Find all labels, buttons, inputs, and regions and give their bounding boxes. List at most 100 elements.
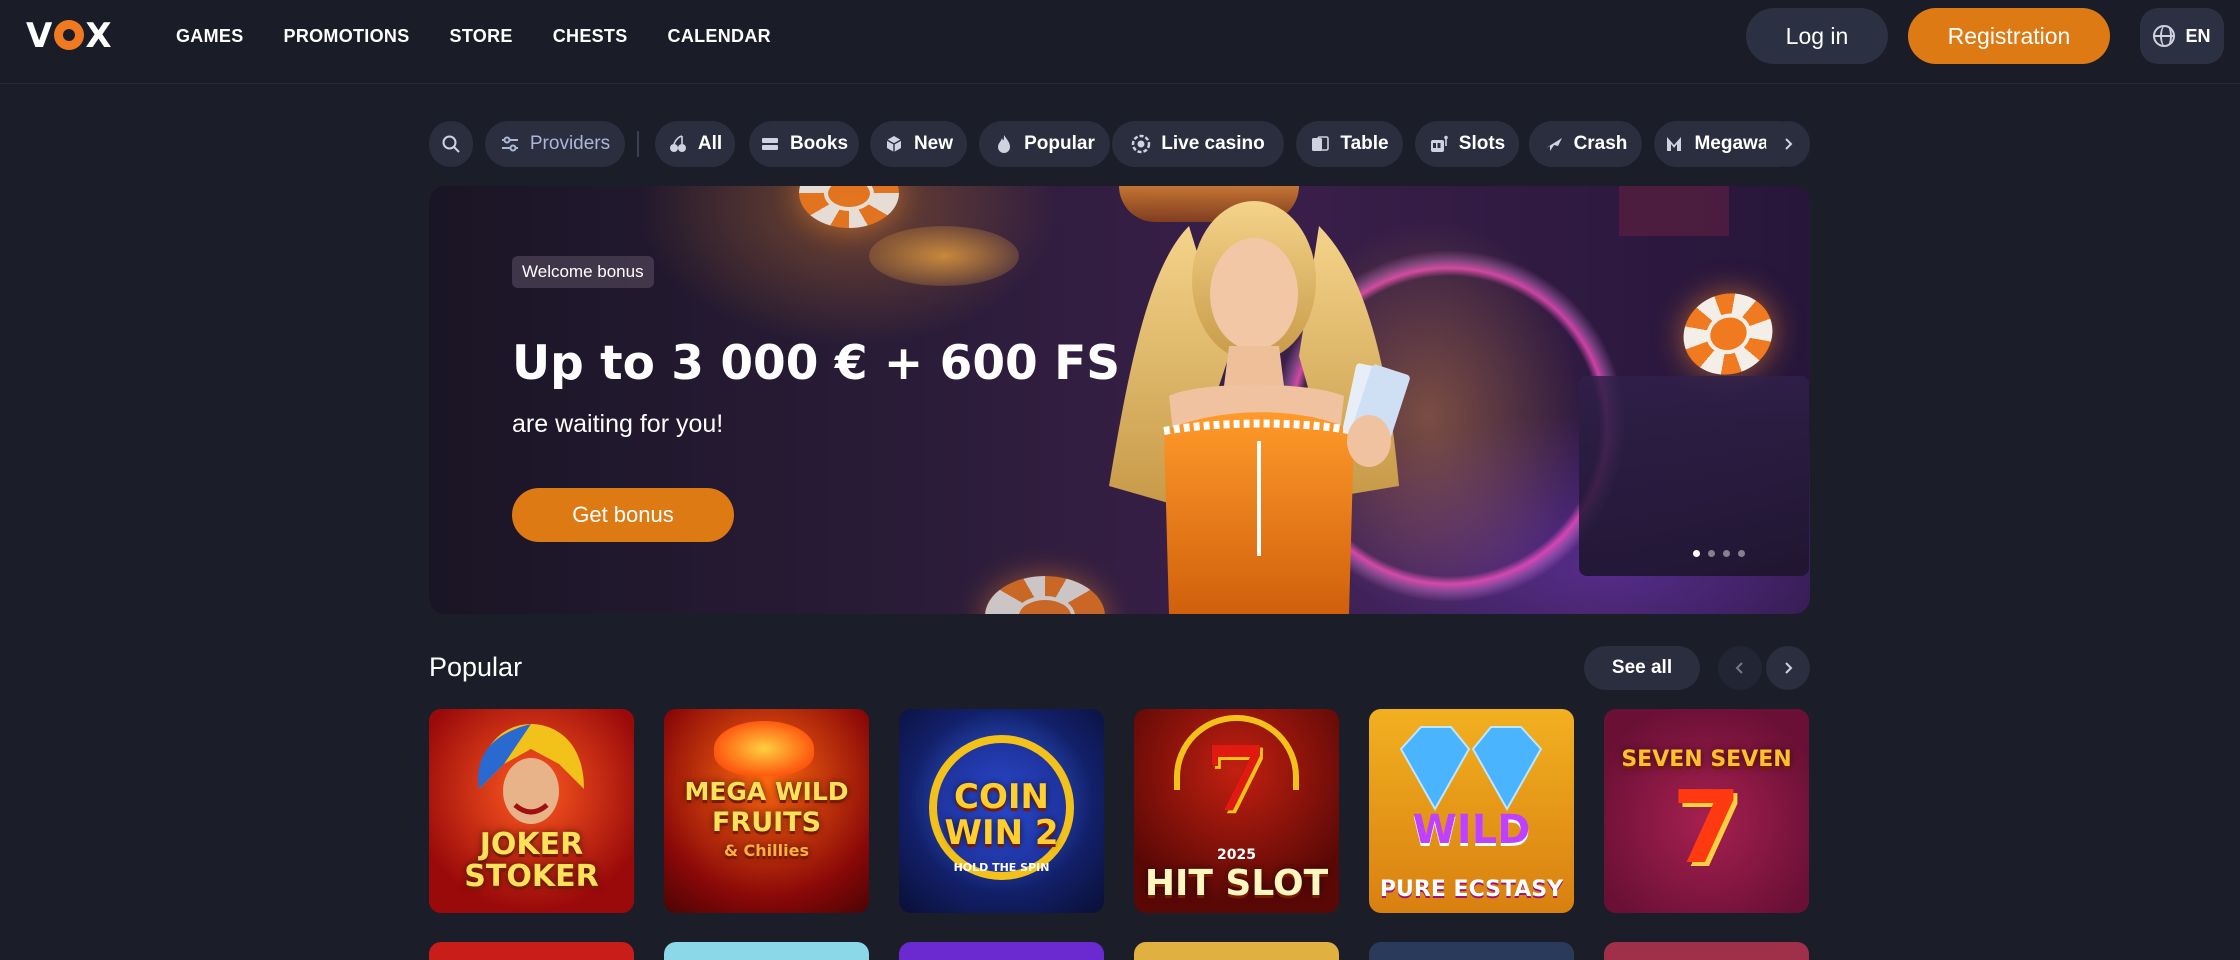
game-card-partial[interactable] — [1134, 942, 1339, 960]
see-all-button[interactable]: See all — [1584, 646, 1700, 690]
filter-crash-label: Crash — [1573, 133, 1628, 154]
filter-table[interactable]: Table — [1296, 121, 1403, 167]
casino-chip-decoration — [799, 186, 899, 228]
neon-sign — [1619, 186, 1729, 236]
registration-button[interactable]: Registration — [1908, 8, 2110, 64]
globe-icon — [2153, 25, 2176, 47]
game-title-line: HIT SLOT — [1144, 863, 1329, 904]
game-title-line: STOKER — [464, 859, 599, 894]
language-code: EN — [2185, 25, 2211, 46]
nav-store[interactable]: STORE — [450, 24, 513, 48]
slot-machines-background — [1579, 376, 1809, 576]
nav-games[interactable]: GAMES — [176, 24, 244, 48]
slider-dot[interactable] — [1708, 550, 1715, 557]
search-icon — [442, 135, 460, 153]
game-card-partial[interactable] — [664, 942, 869, 960]
game-title-line: WIN 2 — [944, 813, 1059, 853]
slider-dot[interactable] — [1738, 550, 1745, 557]
popular-section-title: Popular — [429, 652, 523, 682]
joker-artwork — [478, 724, 584, 824]
game-card-wild-pure-ecstasy[interactable]: WILD PURE ECSTASY — [1369, 709, 1574, 913]
game-title-line: MEGA WILD — [684, 777, 849, 806]
game-title-line: FRUITS — [711, 807, 822, 838]
books-icon — [761, 138, 778, 150]
chip-icon — [1132, 134, 1151, 154]
filter-table-label: Table — [1340, 133, 1389, 154]
flame-artwork — [714, 721, 814, 776]
search-button[interactable] — [429, 121, 473, 167]
nav-calendar[interactable]: CALENDAR — [668, 24, 771, 48]
slider-dots — [1693, 550, 1745, 557]
flame-icon — [998, 135, 1011, 153]
casino-chip-decoration — [1672, 281, 1784, 387]
cube-icon — [886, 136, 902, 152]
filter-all[interactable]: All — [655, 121, 735, 167]
language-selector[interactable]: EN — [2140, 8, 2224, 64]
game-title-line: PURE ECSTASY — [1379, 877, 1564, 902]
chevron-left-icon — [1735, 662, 1743, 674]
game-card-mega-wild-fruits[interactable]: MEGA WILD FRUITS & Chillies — [664, 709, 869, 913]
game-card-hit-slot[interactable]: 7 2025 HIT SLOT — [1134, 709, 1339, 913]
game-card-partial[interactable] — [429, 942, 634, 960]
slider-dot[interactable] — [1693, 550, 1700, 557]
game-title-line: WILD — [1412, 807, 1531, 853]
top-header: VX GAMES PROMOTIONS STORE CHESTS CALENDA… — [0, 0, 2240, 84]
filter-all-label: All — [697, 133, 723, 154]
seven-symbol: 7 — [1204, 726, 1268, 832]
game-title-line: & Chillies — [724, 841, 809, 860]
nav-promotions[interactable]: PROMOTIONS — [284, 24, 410, 48]
banner-subtitle: are waiting for you! — [512, 410, 724, 438]
game-card-joker-stoker[interactable]: JOKER STOKER — [429, 709, 634, 913]
popular-next-button[interactable] — [1766, 646, 1810, 690]
cherries-icon — [669, 135, 686, 152]
banner-hostess-image — [1109, 201, 1410, 614]
cards-icon — [1312, 136, 1330, 151]
category-filter-bar: Providers All Books New Popular Live cas… — [429, 121, 1810, 167]
logo-o-mark — [54, 20, 85, 50]
filter-divider — [637, 131, 639, 157]
filter-scroll-right[interactable] — [1766, 121, 1810, 167]
filter-books-label: Books — [789, 133, 849, 154]
filter-new[interactable]: New — [870, 121, 967, 167]
game-card-partial[interactable] — [899, 942, 1104, 960]
slot-machine-icon — [1430, 135, 1448, 152]
filter-books[interactable]: Books — [749, 121, 859, 167]
game-title-line: 2025 — [1217, 847, 1256, 863]
popular-prev-button[interactable] — [1718, 646, 1762, 690]
main-nav: GAMES PROMOTIONS STORE CHESTS CALENDAR — [176, 24, 811, 48]
providers-label: Providers — [529, 133, 611, 154]
filter-crash[interactable]: Crash — [1529, 121, 1642, 167]
welcome-banner[interactable]: Welcome bonus Up to 3 000 € + 600 FS are… — [429, 186, 1810, 614]
filter-new-label: New — [913, 133, 954, 154]
filter-popular-label: Popular — [1024, 133, 1095, 154]
game-title-line: JOKER — [479, 827, 584, 862]
game-card-coin-win-2[interactable]: COIN WIN 2 HOLD THE SPIN — [899, 709, 1104, 913]
sliders-icon — [501, 136, 518, 152]
logo-text: VX — [26, 16, 113, 56]
login-button[interactable]: Log in — [1746, 8, 1888, 64]
get-bonus-button[interactable]: Get bonus — [512, 488, 734, 542]
megaways-icon — [1667, 137, 1682, 151]
chandelier-glow — [869, 226, 1019, 286]
diamonds-artwork — [1399, 726, 1543, 812]
filter-slots[interactable]: Slots — [1415, 121, 1519, 167]
welcome-bonus-badge: Welcome bonus — [512, 256, 654, 288]
filter-popular[interactable]: Popular — [979, 121, 1110, 167]
game-title-line: HOLD THE SPIN — [953, 861, 1050, 874]
game-card-seven-seven[interactable]: SEVEN SEVEN 7 — [1604, 709, 1809, 913]
chevron-right-icon — [1785, 662, 1793, 674]
chevron-right-icon — [1785, 138, 1793, 150]
game-title-line: 7 — [1671, 769, 1742, 886]
game-title-line: COIN — [954, 777, 1049, 817]
vox-logo[interactable]: VX — [26, 16, 113, 56]
filter-live-casino[interactable]: Live casino — [1112, 121, 1284, 167]
game-card-partial[interactable] — [1604, 942, 1809, 960]
filter-slots-label: Slots — [1458, 133, 1506, 154]
nav-chests[interactable]: CHESTS — [553, 24, 628, 48]
slider-dot[interactable] — [1723, 550, 1730, 557]
plane-icon — [1545, 138, 1562, 151]
game-card-partial[interactable] — [1369, 942, 1574, 960]
banner-headline: Up to 3 000 € + 600 FS — [512, 336, 1121, 391]
filter-live-casino-label: Live casino — [1161, 133, 1265, 154]
providers-button[interactable]: Providers — [485, 121, 625, 167]
